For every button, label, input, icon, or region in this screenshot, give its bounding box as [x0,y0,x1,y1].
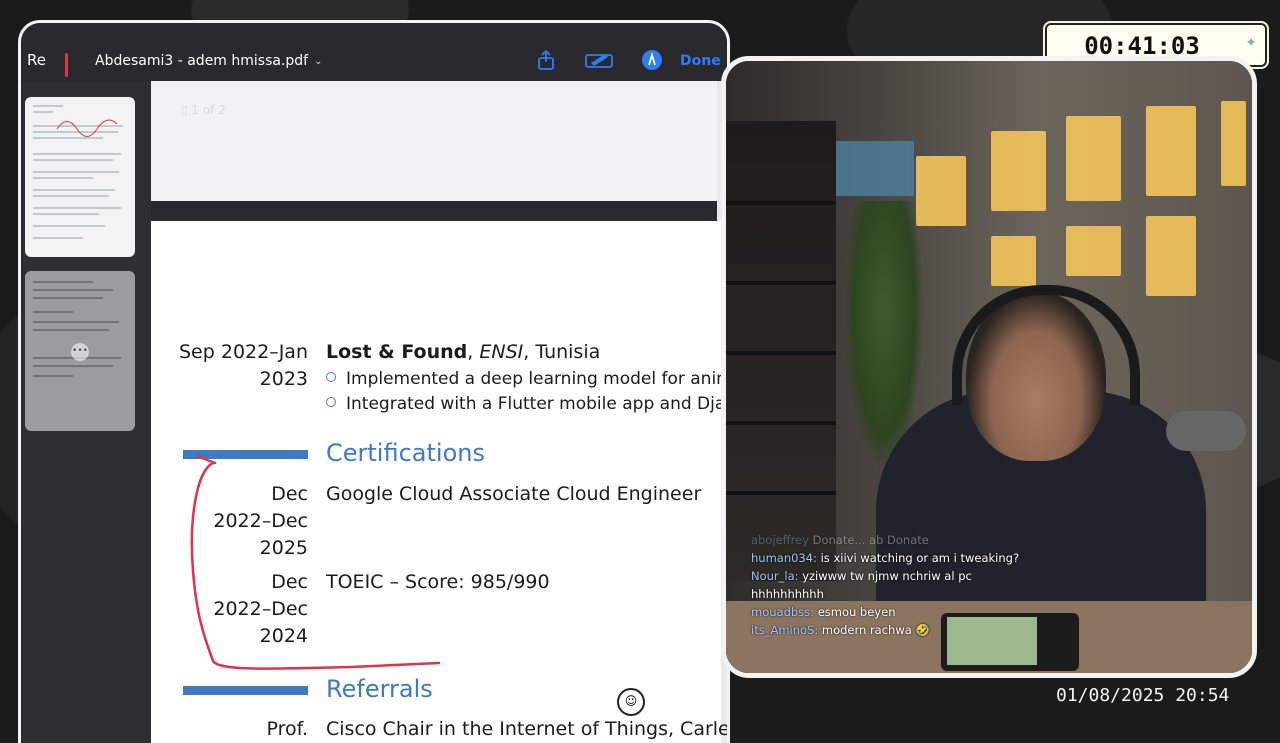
share-icon[interactable] [533,49,559,71]
markup-icon[interactable] [584,49,616,71]
page-separator [151,201,717,221]
webcam-feed: abojeffrey Donate... ab Donate human034:… [721,56,1257,678]
done-button[interactable]: Done [680,53,721,69]
emoji-face-icon: ☺ [617,688,645,716]
page-indicator-icon: ▯ 1 of 2 [181,103,226,117]
page-thumbnail-2[interactable]: ••• [25,271,135,431]
pdf-toolbar: Re Abdesami3 - adem hmissa.pdf ⌄ Done [21,23,727,88]
chat-message: abojeffrey Donate... ab Donate [751,533,929,547]
pen-circle-icon[interactable] [639,49,665,71]
chat-message: human034: is xiivi watching or am i twea… [751,551,1020,565]
datetime-overlay: 01/08/2025 20:54 [1056,685,1230,706]
chevron-down-icon: ⌄ [314,55,323,67]
wall-map [834,141,914,196]
bookshelf [726,121,836,581]
chat-message: its_AminoS: modern rachwa 🤣 [751,623,930,637]
sparkle-icon: ✦ [1245,35,1257,51]
thumbnail-sidebar: ••• [21,81,151,743]
chat-overlay: abojeffrey Donate... ab Donate human034:… [751,531,1091,639]
pdf-page-area[interactable]: ▯ 1 of 2 Sep 2022–Jan 2023 Lost & Found,… [151,81,727,743]
chat-message: hhhhhhhhhh [751,587,824,601]
back-button[interactable]: Re [27,51,46,69]
chat-message: mouadbss: esmou beyen [751,605,896,619]
pdf-page: Sep 2022–Jan 2023 Lost & Found, ENSI, Tu… [151,221,727,743]
chat-message: Nour_la: yziwww tw njmw nchriw al pc [751,569,972,583]
document-title: Abdesami3 - adem hmissa.pdf [95,53,309,69]
more-options-icon[interactable]: ••• [71,343,89,361]
ipad-screen-share: Re Abdesami3 - adem hmissa.pdf ⌄ Done ••… [18,20,730,743]
previous-page-bottom: ▯ 1 of 2 [151,81,717,201]
ink-annotation [190,454,441,670]
pdf-viewer: Re Abdesami3 - adem hmissa.pdf ⌄ Done ••… [21,23,727,743]
document-title-menu[interactable]: Abdesami3 - adem hmissa.pdf ⌄ [95,53,323,69]
microphone [1166,411,1246,451]
page-thumbnail-1[interactable] [25,97,135,257]
